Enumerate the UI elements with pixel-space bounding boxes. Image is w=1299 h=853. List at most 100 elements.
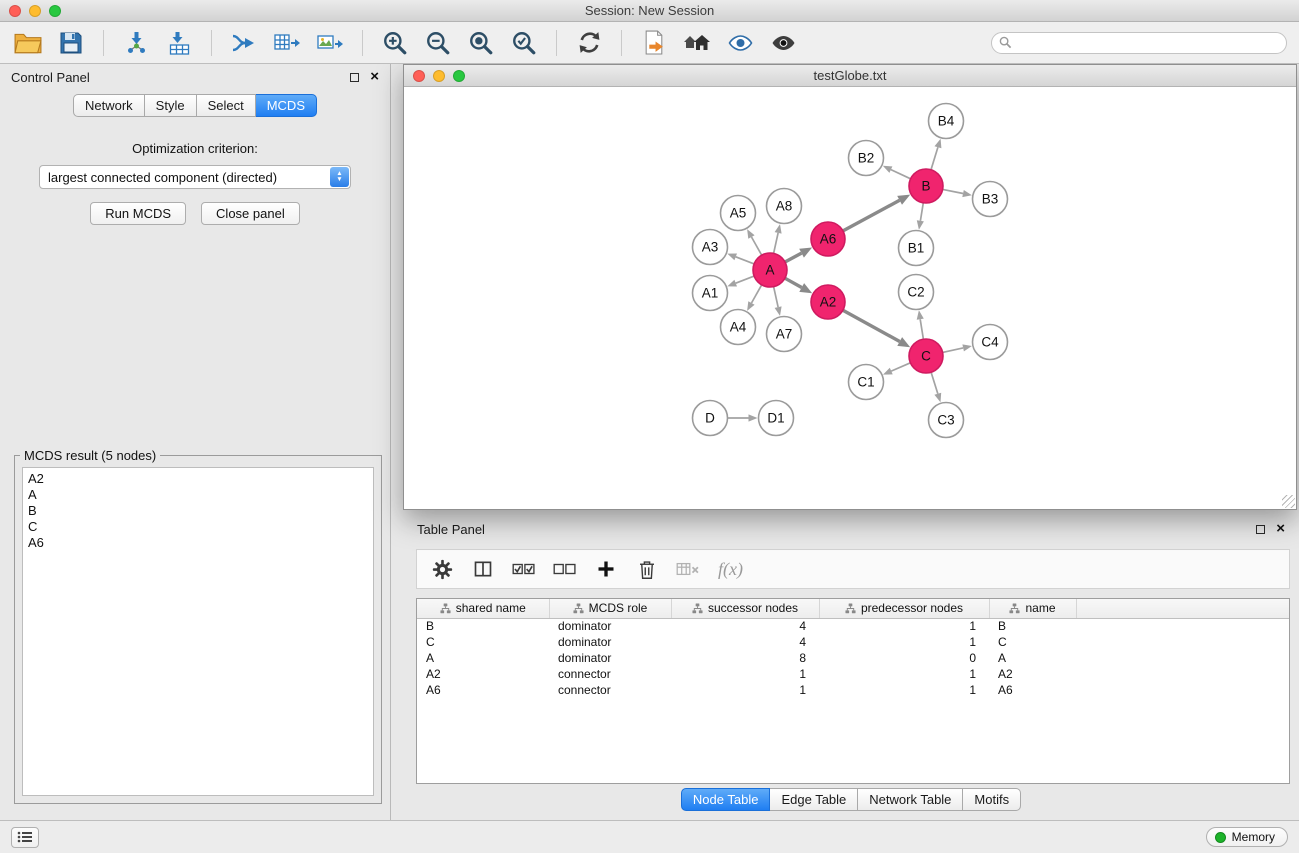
- edge-A-A7[interactable]: [774, 287, 779, 308]
- network-canvas[interactable]: B4B2BB3A5A8A6A3B1AA1C2A2A4A7CC4C1C3DD1: [404, 88, 1296, 509]
- edge-C-C4[interactable]: [943, 348, 964, 353]
- edge-A-A2[interactable]: [785, 278, 802, 287]
- node-C3[interactable]: C3: [929, 403, 964, 438]
- edge-B-B3[interactable]: [943, 189, 963, 193]
- refresh-view-button[interactable]: [571, 27, 607, 59]
- node-B3[interactable]: B3: [973, 182, 1008, 217]
- run-mcds-button[interactable]: Run MCDS: [90, 202, 186, 225]
- export-table-button[interactable]: [269, 27, 305, 59]
- delete-column-button[interactable]: [634, 556, 660, 582]
- node-A5[interactable]: A5: [721, 196, 756, 231]
- node-C[interactable]: C: [909, 339, 943, 373]
- edge-A-A8[interactable]: [774, 233, 779, 254]
- minimize-network-window-button[interactable]: [433, 70, 445, 82]
- toggle-visibility-button[interactable]: [765, 27, 801, 59]
- tab-mcds[interactable]: MCDS: [256, 94, 317, 117]
- select-all-columns-button[interactable]: [511, 556, 537, 582]
- table-row[interactable]: Cdominator41C: [417, 634, 1289, 650]
- tab-select[interactable]: Select: [197, 94, 256, 117]
- edge-A6-B[interactable]: [843, 200, 900, 231]
- result-item[interactable]: A: [28, 487, 368, 503]
- edge-A-A5[interactable]: [752, 237, 762, 255]
- node-A3[interactable]: A3: [693, 230, 728, 265]
- column-header-mcds-role[interactable]: MCDS role: [549, 599, 671, 618]
- close-table-panel-icon[interactable]: ×: [1276, 523, 1285, 535]
- node-C1[interactable]: C1: [849, 365, 884, 400]
- edge-B-B4[interactable]: [931, 147, 938, 170]
- result-item[interactable]: A6: [28, 535, 368, 551]
- edge-A-A1[interactable]: [736, 276, 754, 283]
- edge-C-C3[interactable]: [931, 372, 938, 394]
- node-B4[interactable]: B4: [929, 104, 964, 139]
- table-settings-button[interactable]: [429, 556, 455, 582]
- float-table-panel-icon[interactable]: [1256, 525, 1265, 534]
- export-image-button[interactable]: [312, 27, 348, 59]
- tab-motifs[interactable]: Motifs: [963, 788, 1021, 811]
- zoom-selected-button[interactable]: [506, 27, 542, 59]
- edge-B-B1[interactable]: [920, 203, 923, 221]
- tab-node-table[interactable]: Node Table: [681, 788, 771, 811]
- edge-A2-C[interactable]: [843, 310, 900, 341]
- optimization-dropdown[interactable]: largest connected component (directed) ▲…: [39, 165, 351, 189]
- table-row[interactable]: A2connector11A2: [417, 666, 1289, 682]
- create-column-button[interactable]: [593, 556, 619, 582]
- table-row[interactable]: Bdominator41B: [417, 618, 1289, 634]
- task-history-button[interactable]: [11, 827, 39, 848]
- export-web-page-button[interactable]: [636, 27, 672, 59]
- result-item[interactable]: C: [28, 519, 368, 535]
- edge-A-A4[interactable]: [752, 285, 762, 303]
- float-panel-icon[interactable]: [350, 73, 359, 82]
- node-A1[interactable]: A1: [693, 276, 728, 311]
- zoom-out-button[interactable]: [420, 27, 456, 59]
- node-C4[interactable]: C4: [973, 325, 1008, 360]
- result-item[interactable]: A2: [28, 471, 368, 487]
- minimize-window-button[interactable]: [29, 5, 41, 17]
- import-network-button[interactable]: [118, 27, 154, 59]
- import-table-button[interactable]: [161, 27, 197, 59]
- network-window-titlebar[interactable]: testGlobe.txt: [404, 65, 1296, 87]
- zoom-fit-button[interactable]: [463, 27, 499, 59]
- tab-style[interactable]: Style: [145, 94, 197, 117]
- edge-C-C2[interactable]: [920, 319, 923, 339]
- close-panel-button[interactable]: Close panel: [201, 202, 300, 225]
- save-session-button[interactable]: [53, 27, 89, 59]
- column-header-shared-name[interactable]: shared name: [417, 599, 549, 618]
- show-graphics-details-button[interactable]: [722, 27, 758, 59]
- node-A4[interactable]: A4: [721, 310, 756, 345]
- node-C2[interactable]: C2: [899, 275, 934, 310]
- resize-grip[interactable]: [1282, 495, 1295, 508]
- result-item[interactable]: B: [28, 503, 368, 519]
- node-A7[interactable]: A7: [767, 317, 802, 352]
- mcds-result-list[interactable]: A2ABCA6: [22, 467, 374, 796]
- column-header-predecessor-nodes[interactable]: predecessor nodes: [819, 599, 989, 618]
- close-network-window-button[interactable]: [413, 70, 425, 82]
- tab-edge-table[interactable]: Edge Table: [770, 788, 858, 811]
- node-D1[interactable]: D1: [759, 401, 794, 436]
- tab-network[interactable]: Network: [73, 94, 145, 117]
- show-column-button[interactable]: [470, 556, 496, 582]
- network-overview-button[interactable]: [679, 27, 715, 59]
- tab-network-table[interactable]: Network Table: [858, 788, 963, 811]
- search-input[interactable]: [991, 32, 1287, 54]
- zoom-window-button[interactable]: [49, 5, 61, 17]
- edge-A-A6[interactable]: [785, 253, 802, 262]
- node-B1[interactable]: B1: [899, 231, 934, 266]
- node-B[interactable]: B: [909, 169, 943, 203]
- edge-C-C1[interactable]: [891, 363, 910, 371]
- unselect-all-columns-button[interactable]: [552, 556, 578, 582]
- close-panel-icon[interactable]: ×: [370, 71, 379, 83]
- edge-B-B2[interactable]: [891, 170, 911, 179]
- node-A8[interactable]: A8: [767, 189, 802, 224]
- edge-A-A3[interactable]: [736, 257, 754, 264]
- table-row[interactable]: Adominator80A: [417, 650, 1289, 666]
- column-header-name[interactable]: name: [989, 599, 1076, 618]
- node-A6[interactable]: A6: [811, 222, 845, 256]
- zoom-network-window-button[interactable]: [453, 70, 465, 82]
- node-D[interactable]: D: [693, 401, 728, 436]
- export-network-button[interactable]: [226, 27, 262, 59]
- open-session-button[interactable]: [10, 27, 46, 59]
- column-header-successor-nodes[interactable]: successor nodes: [671, 599, 819, 618]
- node-A2[interactable]: A2: [811, 285, 845, 319]
- close-window-button[interactable]: [9, 5, 21, 17]
- memory-button[interactable]: Memory: [1206, 827, 1288, 847]
